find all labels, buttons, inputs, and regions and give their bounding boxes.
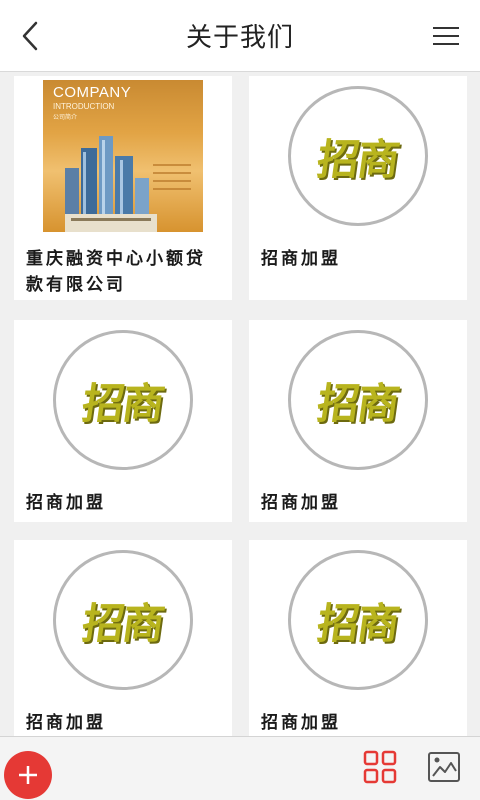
plus-icon bbox=[19, 766, 37, 784]
franchise-logo-badge: 招商 bbox=[288, 550, 428, 690]
card-label: 招商加盟 bbox=[261, 493, 341, 513]
image-view-button[interactable] bbox=[426, 749, 462, 785]
card-thumbnail: 招商 bbox=[14, 540, 232, 700]
page-title: 关于我们 bbox=[185, 23, 294, 53]
cover-caption: 公司简介 bbox=[53, 114, 78, 121]
card-thumbnail: COMPANY INTRODUCTION 公司简介 bbox=[14, 76, 232, 236]
top-bar: 关于我们 bbox=[0, 0, 480, 72]
menu-button[interactable] bbox=[426, 16, 466, 56]
grid-card-franchise[interactable]: 招商 招商加盟 bbox=[249, 76, 467, 300]
grid-card-franchise[interactable]: 招商 招商加盟 bbox=[14, 320, 232, 522]
card-thumbnail: 招商 bbox=[14, 320, 232, 480]
badge-text: 招商 bbox=[79, 598, 167, 648]
card-thumbnail: 招商 bbox=[249, 76, 467, 236]
skyline-illustration bbox=[65, 136, 157, 232]
badge-text: 招商 bbox=[79, 378, 167, 428]
grid-card-franchise[interactable]: 招商 招商加盟 bbox=[249, 320, 467, 522]
franchise-logo-badge: 招商 bbox=[53, 550, 193, 690]
image-gallery-icon bbox=[428, 752, 460, 782]
card-label: 招商加盟 bbox=[261, 249, 341, 269]
grid-view-icon bbox=[363, 750, 397, 784]
card-label: 招商加盟 bbox=[26, 713, 106, 733]
grid-view-button[interactable] bbox=[362, 749, 398, 785]
badge-text: 招商 bbox=[314, 598, 402, 648]
badge-text: 招商 bbox=[314, 134, 402, 184]
card-label: 重庆融资中心小额贷款有限公司 bbox=[26, 249, 206, 295]
bottom-toolbar bbox=[0, 736, 480, 800]
cover-text-lines bbox=[153, 164, 191, 196]
grid-card-franchise[interactable]: 招商 招商加盟 bbox=[249, 540, 467, 736]
card-thumbnail: 招商 bbox=[249, 320, 467, 480]
content-grid: COMPANY INTRODUCTION 公司简介 重庆融资中心小额贷款有限公司… bbox=[0, 72, 480, 736]
cover-subtitle: INTRODUCTION bbox=[53, 102, 115, 111]
grid-card-franchise[interactable]: 招商 招商加盟 bbox=[14, 540, 232, 736]
add-button[interactable] bbox=[4, 751, 52, 799]
card-label: 招商加盟 bbox=[26, 493, 106, 513]
hamburger-menu-icon bbox=[433, 27, 459, 45]
back-button[interactable] bbox=[10, 16, 50, 56]
card-thumbnail: 招商 bbox=[249, 540, 467, 700]
franchise-logo-badge: 招商 bbox=[288, 330, 428, 470]
grid-card-company-profile[interactable]: COMPANY INTRODUCTION 公司简介 重庆融资中心小额贷款有限公司 bbox=[14, 76, 232, 300]
franchise-logo-badge: 招商 bbox=[288, 86, 428, 226]
badge-text: 招商 bbox=[314, 378, 402, 428]
chevron-left-icon bbox=[22, 21, 38, 51]
company-brochure-image: COMPANY INTRODUCTION 公司简介 bbox=[43, 80, 203, 232]
cover-title: COMPANY bbox=[53, 84, 132, 101]
franchise-logo-badge: 招商 bbox=[53, 330, 193, 470]
card-label: 招商加盟 bbox=[261, 713, 341, 733]
